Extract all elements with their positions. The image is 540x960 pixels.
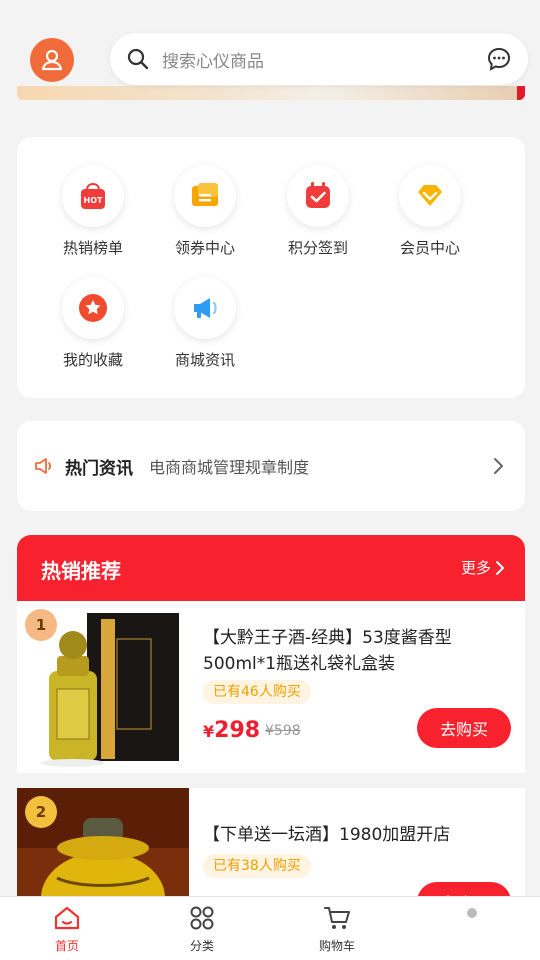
profile-icon xyxy=(467,908,477,918)
calendar-checkin-icon xyxy=(287,165,349,227)
product-name[interactable]: 【下单送一坛酒】1980加盟开店 xyxy=(203,822,515,848)
menu-label: 积分签到 xyxy=(287,239,348,257)
buy-button[interactable]: 去购买 xyxy=(417,708,511,748)
chevron-right-icon[interactable] xyxy=(491,457,505,475)
home-icon xyxy=(54,906,80,930)
speaker-icon xyxy=(35,458,52,474)
more-label: 更多 xyxy=(460,559,491,577)
rank-badge: 2 xyxy=(25,796,57,828)
menu-my-favorites[interactable]: 我的收藏 xyxy=(43,277,143,370)
quick-menu-card: HOT 热销榜单 领券中心 积分签到 会员中心 我的收藏 商城资讯 xyxy=(17,137,525,398)
tab-category[interactable]: 分类 xyxy=(162,905,242,954)
menu-coupon-center[interactable]: 领券中心 xyxy=(155,165,255,258)
product-image[interactable]: 1 xyxy=(17,601,189,771)
hot-list-icon: HOT xyxy=(62,165,124,227)
menu-member-center[interactable]: 会员中心 xyxy=(380,165,480,258)
tab-cart[interactable]: 购物车 xyxy=(297,905,377,954)
news-title: 热门资讯 xyxy=(65,458,133,479)
tab-home[interactable]: 首页 xyxy=(27,905,107,954)
user-avatar[interactable] xyxy=(30,38,74,82)
tab-label: 购物车 xyxy=(318,939,355,953)
sold-count: 已有46人购买 xyxy=(203,680,311,704)
product-name[interactable]: 【大黔王子酒-经典】53度酱香型500ml*1瓶送礼袋礼盒装 xyxy=(203,625,515,677)
buy-button[interactable]: 去购买 xyxy=(417,882,511,896)
menu-label: 我的收藏 xyxy=(62,351,123,369)
search-placeholder[interactable]: 搜索心仪商品 xyxy=(162,47,486,72)
news-headline[interactable]: 电商商城管理规章制度 xyxy=(149,454,491,478)
sold-count: 已有38人购买 xyxy=(203,854,311,878)
chevron-right-icon xyxy=(496,560,504,575)
original-price: ¥598 xyxy=(265,723,301,739)
megaphone-icon xyxy=(174,277,236,339)
menu-hot-list[interactable]: HOT 热销榜单 xyxy=(43,165,143,258)
menu-label: 热销榜单 xyxy=(62,239,123,257)
search-icon xyxy=(127,48,149,70)
menu-mall-news[interactable]: 商城资讯 xyxy=(155,277,255,370)
category-grid-icon xyxy=(190,906,214,930)
search-bar[interactable]: 搜索心仪商品 xyxy=(110,33,528,85)
message-icon[interactable] xyxy=(486,46,512,72)
rank-badge: 1 xyxy=(25,609,57,641)
favorite-star-icon xyxy=(62,277,124,339)
coupon-icon xyxy=(174,165,236,227)
tab-label: 首页 xyxy=(54,939,79,953)
section-title: 热销推荐 xyxy=(41,559,121,583)
member-diamond-icon xyxy=(399,165,461,227)
tab-label: 分类 xyxy=(189,939,214,953)
svg-text:HOT: HOT xyxy=(84,196,103,205)
menu-label: 会员中心 xyxy=(399,239,460,257)
bottom-tab-bar: 首页 分类 购物车 xyxy=(0,896,540,960)
currency-symbol: ¥ xyxy=(203,722,215,741)
more-link[interactable]: 更多 xyxy=(461,557,505,578)
price-value: 298 xyxy=(214,718,261,743)
product-card[interactable]: 2 【下单送一坛酒】1980加盟开店 已有38人购买 去购买 xyxy=(17,788,525,896)
product-price: ¥298 xyxy=(203,718,260,743)
cart-icon xyxy=(324,907,350,929)
hot-news-bar[interactable]: 热门资讯 电商商城管理规章制度 xyxy=(17,421,525,511)
banner-strip[interactable] xyxy=(17,86,525,100)
user-icon xyxy=(41,49,63,71)
menu-label: 商城资讯 xyxy=(174,351,235,369)
menu-label: 领券中心 xyxy=(174,239,235,257)
hot-recommend-header: 热销推荐 更多 xyxy=(17,535,525,601)
menu-points-checkin[interactable]: 积分签到 xyxy=(268,165,368,258)
product-image[interactable]: 2 xyxy=(17,788,189,896)
product-card[interactable]: 1 【大黔王子酒-经典】53度酱香型500ml*1瓶送礼袋礼盒装 已有46人购买… xyxy=(17,601,525,773)
tab-profile[interactable] xyxy=(432,905,512,937)
